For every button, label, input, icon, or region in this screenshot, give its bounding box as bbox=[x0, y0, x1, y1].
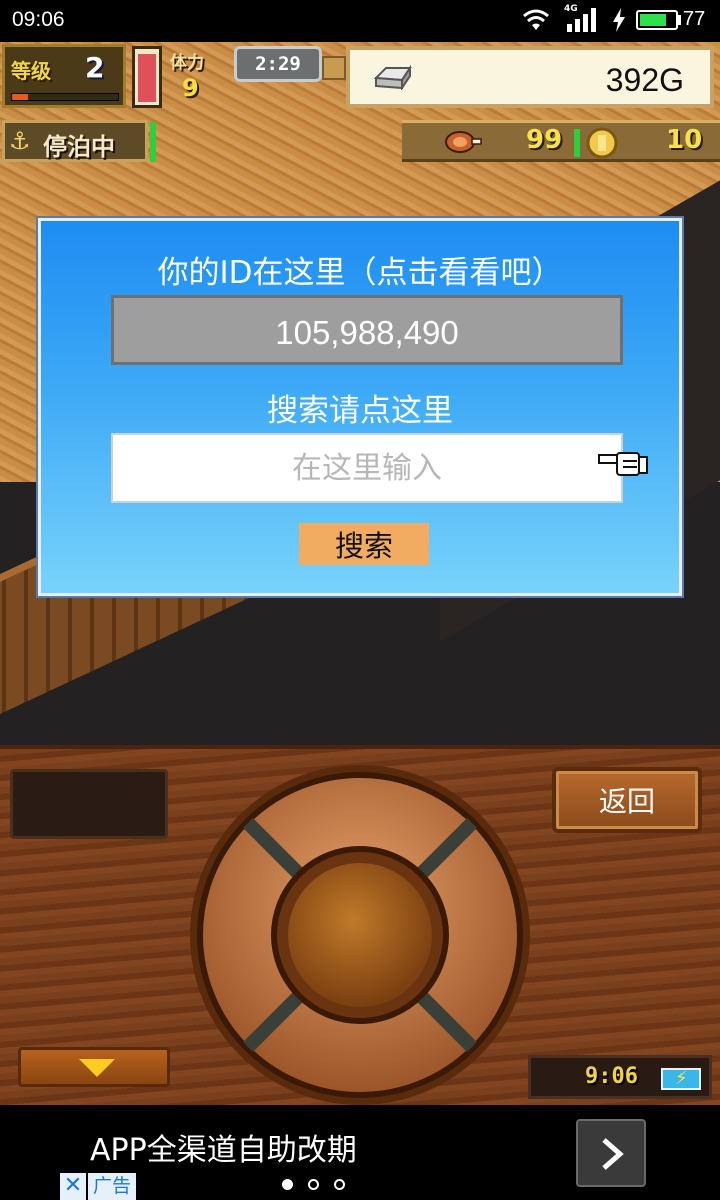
dpad[interactable] bbox=[188, 763, 532, 1107]
crew-panel: 体力 9 bbox=[168, 44, 228, 108]
ad-page-dot bbox=[308, 1179, 319, 1190]
gold-bar-icon bbox=[373, 64, 412, 90]
crew-label: 体力 bbox=[170, 53, 204, 73]
signal-icon bbox=[567, 8, 596, 32]
medal-count: 10 bbox=[666, 125, 703, 155]
search-input-box[interactable] bbox=[111, 433, 623, 503]
game-clock-value: 2:29 bbox=[255, 53, 301, 75]
player-id-box[interactable]: 105,988,490 bbox=[111, 295, 623, 365]
ad-text[interactable]: APP全渠道自助改期 bbox=[90, 1125, 357, 1169]
wifi-icon bbox=[523, 9, 549, 30]
stamina-gauge-fill bbox=[138, 53, 156, 102]
game-scene: 等级 2 体力 9 2:29 392G ⚓ 停泊中 99 10 你的ID在这里（… bbox=[0, 42, 720, 745]
status-bar: 09:06 4G 77 bbox=[0, 0, 720, 42]
battery-tip bbox=[678, 15, 681, 25]
search-label: 搜索请点这里 bbox=[267, 393, 453, 429]
plank-icon bbox=[322, 56, 346, 80]
resource-panel: 99 10 bbox=[402, 120, 720, 162]
dock-status-panel: ⚓ 停泊中 bbox=[2, 120, 148, 162]
food-count: 99 bbox=[526, 125, 563, 155]
dock-status-label: 停泊中 bbox=[43, 133, 115, 161]
food-indicator bbox=[574, 129, 580, 157]
xp-bar bbox=[11, 93, 119, 101]
down-arrow-icon bbox=[79, 1059, 115, 1077]
coin-icon bbox=[586, 127, 618, 159]
status-time: 09:06 bbox=[12, 8, 65, 31]
charging-icon bbox=[613, 8, 625, 32]
id-search-dialog: 你的ID在这里（点击看看吧） 105,988,490 搜索请点这里 搜索 bbox=[38, 218, 682, 596]
dialog-title[interactable]: 你的ID在这里（点击看看吧） bbox=[41, 247, 679, 292]
ad-page-dot bbox=[334, 1179, 345, 1190]
ad-page-dot bbox=[282, 1179, 293, 1190]
ad-page-dots bbox=[282, 1179, 362, 1193]
pointing-hand-icon bbox=[598, 452, 648, 476]
battery-icon: ⚡ bbox=[661, 1068, 701, 1090]
battery-icon bbox=[636, 10, 678, 30]
ad-banner[interactable]: APP全渠道自助改期 ✕ 广告 bbox=[0, 1105, 720, 1200]
chevron-right-icon bbox=[602, 1138, 624, 1170]
search-button[interactable]: 搜索 bbox=[299, 523, 429, 565]
ad-badge: 广告 bbox=[88, 1173, 136, 1200]
battery-percent: 77 bbox=[683, 8, 706, 30]
ad-open-button[interactable] bbox=[576, 1119, 646, 1187]
search-input[interactable] bbox=[113, 435, 621, 501]
anchor-icon: ⚓ bbox=[9, 127, 31, 155]
player-id-value: 105,988,490 bbox=[275, 314, 459, 351]
battery-fill bbox=[640, 14, 667, 26]
dock-status-indicator bbox=[150, 122, 156, 162]
xp-bar-fill bbox=[12, 94, 28, 100]
game-clock: 2:29 bbox=[234, 46, 322, 82]
meat-icon bbox=[445, 131, 482, 153]
gold-amount: 392G bbox=[605, 62, 684, 98]
back-button[interactable]: 返回 bbox=[552, 767, 702, 833]
crew-count: 9 bbox=[182, 74, 199, 102]
down-arrow-button[interactable] bbox=[18, 1047, 170, 1087]
controller-panel: 返回 9:06 ⚡ bbox=[0, 745, 720, 1105]
device-clock-value: 9:06 bbox=[585, 1064, 638, 1089]
mini-screen bbox=[10, 769, 168, 839]
device-clock-panel: 9:06 ⚡ bbox=[528, 1055, 712, 1099]
level-value: 2 bbox=[85, 51, 105, 84]
level-panel: 等级 2 bbox=[2, 44, 126, 108]
level-label: 等级 bbox=[11, 59, 51, 83]
ad-close-button[interactable]: ✕ bbox=[60, 1173, 86, 1200]
gold-panel: 392G bbox=[346, 46, 714, 108]
stamina-gauge bbox=[132, 46, 162, 108]
